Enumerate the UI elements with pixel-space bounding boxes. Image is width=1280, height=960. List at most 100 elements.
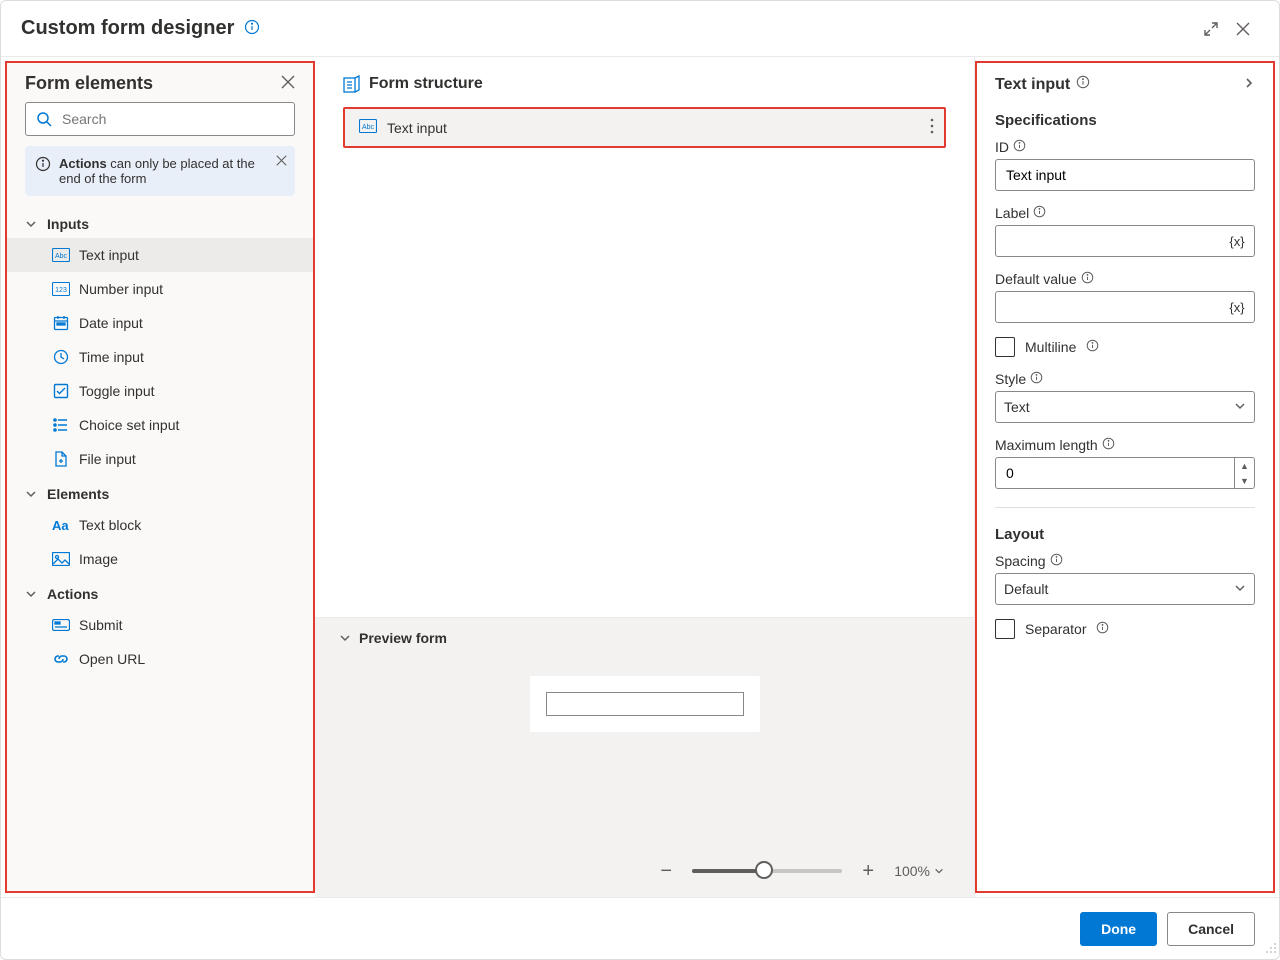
spacing-label: Spacing (995, 553, 1255, 569)
element-choice-input[interactable]: Choice set input (7, 408, 313, 442)
svg-text:Aa: Aa (52, 518, 69, 532)
id-label: ID (995, 139, 1255, 155)
window-title: Custom form designer (21, 17, 234, 40)
chevron-down-icon (339, 632, 351, 644)
specifications-heading: Specifications (995, 112, 1255, 129)
cancel-button[interactable]: Cancel (1167, 912, 1255, 946)
info-icon[interactable] (244, 19, 260, 38)
style-select[interactable]: Text (995, 391, 1255, 423)
label-input[interactable]: {x} (995, 225, 1255, 257)
info-icon (35, 156, 51, 186)
element-submit-action[interactable]: Submit (7, 608, 313, 642)
text-input-icon: Abc (51, 248, 71, 262)
form-elements-panel: Form elements Actions can only be placed… (5, 61, 315, 893)
svg-text:Abc: Abc (55, 253, 68, 260)
group-label: Elements (47, 486, 109, 502)
separator-label: Separator (1025, 621, 1086, 637)
maxlen-input[interactable]: ▲ ▼ (995, 457, 1255, 489)
info-icon[interactable] (1102, 437, 1115, 453)
close-panel-icon[interactable] (281, 75, 295, 92)
info-icon[interactable] (1081, 271, 1094, 287)
chevron-down-icon (25, 588, 37, 600)
chevron-down-icon (934, 866, 944, 876)
info-icon[interactable] (1050, 553, 1063, 569)
element-toggle-input[interactable]: Toggle input (7, 374, 313, 408)
info-icon[interactable] (1076, 75, 1090, 94)
choice-input-icon (51, 417, 71, 433)
element-date-input[interactable]: Date input (7, 306, 313, 340)
zoom-value[interactable]: 100% (894, 863, 944, 879)
preview-section: Preview form − + 100% (315, 617, 974, 897)
element-text-input[interactable]: AbcText input (7, 238, 313, 272)
zoom-controls: − + 100% (654, 859, 944, 883)
abc-icon: Abc (359, 119, 377, 136)
element-open-url-action[interactable]: Open URL (7, 642, 313, 676)
text-block-icon: Aa (51, 518, 71, 532)
spin-down-icon[interactable]: ▼ (1235, 473, 1254, 488)
info-icon[interactable] (1013, 139, 1026, 155)
separator-checkbox[interactable] (995, 619, 1015, 639)
info-icon[interactable] (1030, 371, 1043, 387)
default-value-label: Default value (995, 271, 1255, 287)
open-url-action-icon (51, 653, 71, 665)
close-icon[interactable] (1227, 13, 1259, 45)
element-label: Date input (79, 315, 143, 331)
structure-item-label: Text input (387, 120, 447, 136)
form-structure-heading: Form structure (343, 75, 946, 93)
label-label: Label (995, 205, 1255, 221)
group-actions[interactable]: Actions (7, 580, 313, 608)
done-button[interactable]: Done (1080, 912, 1157, 946)
resize-grip-icon[interactable] (1265, 941, 1277, 957)
element-label: Image (79, 551, 118, 567)
element-label: Open URL (79, 651, 145, 667)
chevron-right-icon[interactable] (1243, 76, 1255, 94)
preview-text-input[interactable] (546, 692, 744, 716)
variable-picker-icon[interactable]: {x} (1224, 296, 1250, 318)
maximize-icon[interactable] (1195, 13, 1227, 45)
title-bar: Custom form designer (1, 1, 1279, 57)
notice-text: Actions can only be placed at the end of… (59, 156, 267, 186)
group-label: Actions (47, 586, 98, 602)
element-time-input[interactable]: Time input (7, 340, 313, 374)
center-panel: Form structure Abc Text input Preview fo… (315, 57, 975, 897)
svg-text:Abc: Abc (362, 124, 375, 131)
group-elements[interactable]: Elements (7, 480, 313, 508)
search-field[interactable] (60, 110, 284, 128)
time-input-icon (51, 349, 71, 365)
dismiss-notice-icon[interactable] (276, 154, 287, 169)
element-label: Submit (79, 617, 123, 633)
element-image[interactable]: Image (7, 542, 313, 576)
info-icon[interactable] (1033, 205, 1046, 221)
spin-up-icon[interactable]: ▲ (1235, 458, 1254, 473)
zoom-out-button[interactable]: − (654, 859, 678, 883)
zoom-slider[interactable] (692, 869, 842, 873)
structure-item-text-input[interactable]: Abc Text input (343, 107, 946, 148)
id-input[interactable] (995, 159, 1255, 191)
chevron-down-icon (25, 218, 37, 230)
structure-icon (343, 75, 361, 93)
form-elements-heading: Form elements (25, 73, 281, 94)
variable-picker-icon[interactable]: {x} (1224, 230, 1250, 252)
multiline-checkbox[interactable] (995, 337, 1015, 357)
element-number-input[interactable]: 123Number input (7, 272, 313, 306)
number-input-icon: 123 (51, 282, 71, 296)
info-icon[interactable] (1096, 621, 1109, 637)
search-input[interactable] (25, 102, 295, 136)
info-icon[interactable] (1086, 339, 1099, 355)
spacing-select[interactable]: Default (995, 573, 1255, 605)
file-input-icon (51, 451, 71, 467)
style-label: Style (995, 371, 1255, 387)
chevron-down-icon (25, 488, 37, 500)
group-inputs[interactable]: Inputs (7, 210, 313, 238)
default-value-input[interactable]: {x} (995, 291, 1255, 323)
preview-card (530, 676, 760, 732)
more-icon[interactable] (930, 118, 934, 137)
preview-heading[interactable]: Preview form (339, 630, 950, 646)
form-structure-section: Form structure Abc Text input (315, 57, 974, 158)
element-text-block[interactable]: AaText block (7, 508, 313, 542)
spinner[interactable]: ▲ ▼ (1234, 458, 1254, 488)
search-icon (36, 111, 52, 127)
element-file-input[interactable]: File input (7, 442, 313, 476)
zoom-in-button[interactable]: + (856, 859, 880, 883)
date-input-icon (51, 315, 71, 331)
